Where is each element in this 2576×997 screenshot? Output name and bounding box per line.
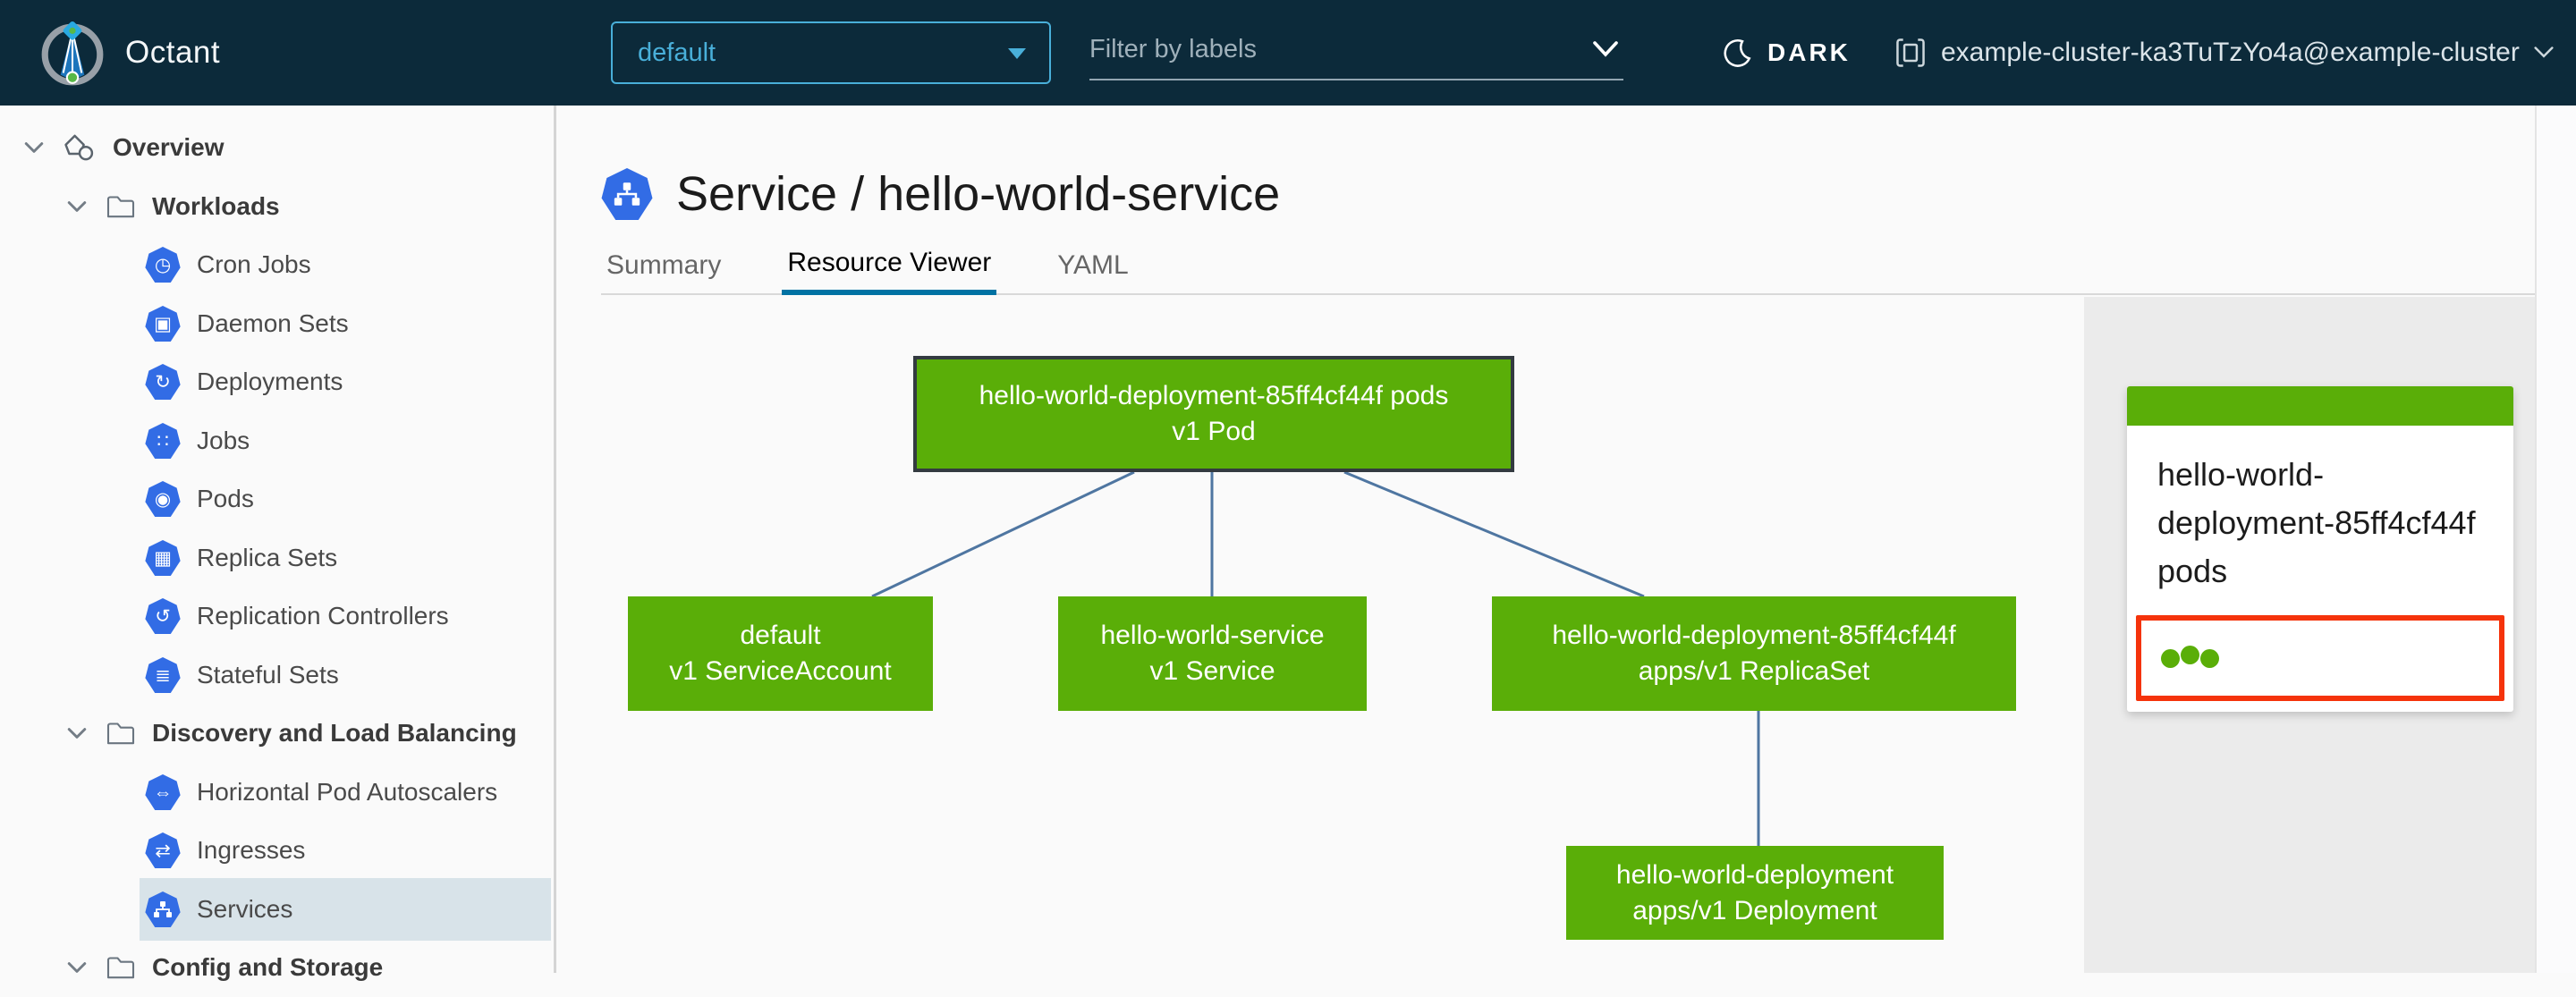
graph-node-serviceaccount[interactable]: default v1 ServiceAccount: [628, 596, 933, 711]
octant-app: Octant default DARK example-cluster-ka3T…: [0, 0, 2576, 981]
graph-node-replicaset[interactable]: hello-world-deployment-85ff4cf44f apps/v…: [1492, 596, 2016, 711]
chevron-down-icon: [2534, 46, 2554, 58]
folder-icon: [106, 721, 136, 746]
theme-toggle[interactable]: DARK: [1723, 0, 1851, 106]
sidebar-item-replication-controllers[interactable]: ↺ Replication Controllers: [0, 587, 551, 646]
statefulset-icon: ≣: [145, 657, 181, 693]
status-highlight-box: [2136, 615, 2504, 701]
graph-node-deployment[interactable]: hello-world-deployment apps/v1 Deploymen…: [1566, 846, 1944, 940]
app-title: Octant: [125, 35, 221, 70]
sidebar-item-config-and-storage[interactable]: Config and Storage: [0, 938, 551, 997]
chevron-down-icon[interactable]: [21, 135, 47, 160]
card-title: hello-world-deployment-85ff4cf44f pods: [2157, 456, 2476, 589]
detail-panel: hello-world-deployment-85ff4cf44f pods: [2084, 297, 2535, 973]
sidebar-item-deployments[interactable]: ↻ Deployments: [0, 352, 551, 411]
service-icon: [145, 891, 181, 927]
chevron-down-icon[interactable]: [64, 955, 89, 980]
graph-node-service[interactable]: hello-world-service v1 Service: [1058, 596, 1367, 711]
moon-icon: [1724, 39, 1751, 67]
namespace-select[interactable]: default: [611, 21, 1051, 84]
label-filter: [1089, 21, 1623, 80]
page-title: Service / hello-world-service: [676, 167, 1281, 221]
applications-icon: [63, 132, 97, 163]
namespace-value: default: [638, 38, 716, 67]
page-header: Service / hello-world-service: [601, 166, 1280, 222]
sidebar-item-stateful-sets[interactable]: ≣ Stateful Sets: [0, 646, 551, 705]
card-status-bar: [2127, 386, 2513, 426]
app-header: Octant default DARK example-cluster-ka3T…: [0, 0, 2576, 106]
tab-summary[interactable]: Summary: [601, 236, 726, 295]
sidebar-item-horizontal-pod-autoscalers[interactable]: ⇔ Horizontal Pod Autoscalers: [0, 763, 551, 822]
theme-label: DARK: [1767, 38, 1851, 66]
status-dot: [2200, 648, 2219, 668]
graph-edge: [871, 470, 1135, 598]
ingress-icon: ⇄: [145, 832, 181, 868]
status-dot: [2161, 648, 2180, 668]
tab-bar: Summary Resource Viewer YAML: [601, 236, 2535, 295]
status-dot: [2181, 645, 2199, 664]
sidebar-nav: Overview Workloads ◷ Cron Jobs ▣ Daemon …: [0, 106, 556, 981]
sidebar-item-jobs[interactable]: ∷ Jobs: [0, 411, 551, 470]
chevron-down-icon[interactable]: [64, 721, 89, 746]
hpa-icon: ⇔: [145, 774, 181, 810]
graph-node-pod[interactable]: hello-world-deployment-85ff4cf44f pods v…: [913, 356, 1514, 472]
resource-viewer-canvas: hello-world-deployment-85ff4cf44f pods v…: [558, 297, 2084, 973]
sidebar-item-replica-sets[interactable]: ▦ Replica Sets: [0, 528, 551, 587]
context-label: example-cluster-ka3TuTzYo4a@example-clus…: [1941, 38, 2520, 67]
chevron-down-icon[interactable]: [64, 194, 89, 219]
sidebar-item-cron-jobs[interactable]: ◷ Cron Jobs: [0, 235, 551, 294]
label-filter-input[interactable]: [1089, 21, 1581, 77]
caret-down-icon: [1008, 48, 1026, 59]
replicationcontroller-icon: ↺: [145, 598, 181, 634]
folder-icon: [106, 194, 136, 219]
sidebar-item-workloads[interactable]: Workloads: [0, 177, 551, 236]
node-detail-card: hello-world-deployment-85ff4cf44f pods: [2127, 386, 2513, 712]
sidebar-item-pods[interactable]: ◉ Pods: [0, 469, 551, 528]
graph-edge: [1343, 470, 1645, 598]
sidebar-item-services[interactable]: Services: [140, 878, 551, 941]
cluster-icon: [1896, 38, 1925, 67]
tab-yaml[interactable]: YAML: [1052, 236, 1133, 295]
pod-icon: ◉: [145, 481, 181, 517]
context-selector[interactable]: example-cluster-ka3TuTzYo4a@example-clus…: [1894, 0, 2554, 106]
replicaset-icon: ▦: [145, 540, 181, 576]
deployment-icon: ↻: [145, 364, 181, 400]
job-icon: ∷: [145, 423, 181, 459]
chevron-down-icon[interactable]: [1593, 41, 1618, 62]
octant-logo-icon: [41, 21, 104, 86]
service-icon: [601, 168, 653, 220]
sidebar-item-overview[interactable]: Overview: [0, 118, 551, 177]
sidebar-item-daemon-sets[interactable]: ▣ Daemon Sets: [0, 294, 551, 353]
sidebar-item-discovery-load-balancing[interactable]: Discovery and Load Balancing: [0, 704, 551, 763]
daemonset-icon: ▣: [145, 306, 181, 342]
sidebar-item-ingresses[interactable]: ⇄ Ingresses: [0, 821, 551, 880]
folder-icon: [106, 955, 136, 980]
scrollbar-track[interactable]: [2535, 106, 2576, 973]
brand: Octant: [38, 0, 220, 106]
cronjob-icon: ◷: [145, 247, 181, 283]
tab-resource-viewer[interactable]: Resource Viewer: [782, 236, 997, 295]
